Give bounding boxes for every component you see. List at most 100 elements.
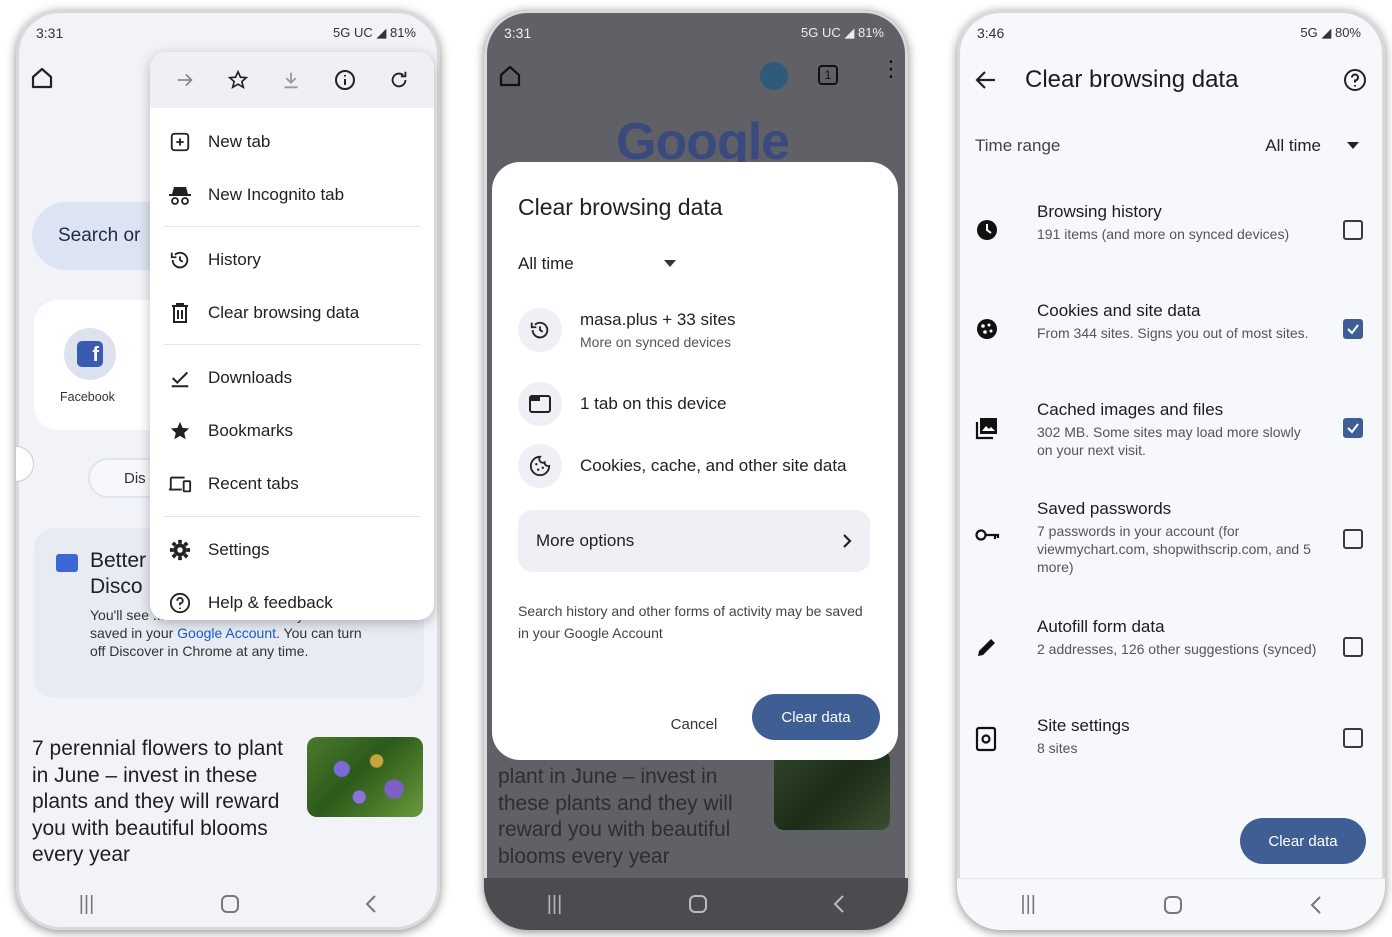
back-arrow-icon[interactable] xyxy=(975,70,997,90)
home-nav-icon[interactable] xyxy=(1163,895,1183,915)
checkbox-cookies[interactable] xyxy=(1343,319,1363,339)
status-indicators: 5G UC ◢ 81% xyxy=(333,25,416,40)
option-desc: 191 items (and more on synced devices) xyxy=(1037,226,1290,242)
option-cookies[interactable]: Cookies and site data From 344 sites. Sig… xyxy=(975,301,1363,361)
devices-icon xyxy=(168,474,192,494)
menu-item-history[interactable]: History xyxy=(150,238,434,282)
option-saved-passwords[interactable]: Saved passwords 7 passwords in your accou… xyxy=(975,499,1363,579)
phone-clear-settings: 3:46 5G ◢ 80% Clear browsing data Time r… xyxy=(957,10,1385,930)
help-icon[interactable] xyxy=(1343,68,1367,92)
row-main: masa.plus + 33 sites xyxy=(580,310,736,329)
dialog-note: Search history and other forms of activi… xyxy=(518,603,863,641)
cancel-button[interactable]: Cancel xyxy=(656,704,732,744)
option-name: Cookies and site data xyxy=(1037,301,1201,320)
side-handle[interactable] xyxy=(16,446,34,482)
option-cached-images[interactable]: Cached images and files 302 MB. Some site… xyxy=(975,400,1363,460)
time-range-row[interactable]: Time range All time xyxy=(975,136,1359,156)
menu-item-new-tab[interactable]: New tab xyxy=(150,120,434,164)
bookmarks-star-icon xyxy=(168,420,192,442)
back-nav-icon[interactable] xyxy=(365,894,377,914)
option-site-settings[interactable]: Site settings 8 sites xyxy=(975,716,1363,776)
gear-icon xyxy=(168,539,192,561)
star-icon[interactable] xyxy=(227,69,249,91)
clear-browsing-data-dialog: Clear browsing data All time masa.plus +… xyxy=(492,162,898,760)
menu-divider xyxy=(164,516,420,517)
status-time: 3:46 xyxy=(977,25,1005,41)
app-bar: Clear browsing data xyxy=(975,62,1367,98)
dropdown-caret-icon xyxy=(663,260,676,268)
chrome-overflow-menu: New tab New Incognito tab History Clear … xyxy=(150,52,434,620)
browser-toolbar: 1 ⋮ xyxy=(498,58,902,92)
forward-icon[interactable] xyxy=(174,69,196,91)
google-account-link[interactable]: Google Account xyxy=(177,625,276,641)
shortcut-label: Facebook xyxy=(60,390,115,404)
option-autofill[interactable]: Autofill form data 2 addresses, 126 other… xyxy=(975,617,1363,677)
menu-item-label: Downloads xyxy=(208,368,293,387)
menu-item-settings[interactable]: Settings xyxy=(150,528,434,572)
checkbox-cached-images[interactable] xyxy=(1343,418,1363,438)
menu-item-downloads[interactable]: Downloads xyxy=(150,356,434,400)
recents-nav-icon[interactable]: ||| xyxy=(1020,893,1036,916)
recents-nav-icon[interactable]: ||| xyxy=(79,893,95,916)
option-browsing-history[interactable]: Browsing history 191 items (and more on s… xyxy=(975,202,1363,262)
back-nav-icon[interactable] xyxy=(833,894,845,914)
menu-item-help-feedback[interactable]: Help & feedback xyxy=(150,581,434,625)
home-nav-icon[interactable] xyxy=(220,894,240,914)
home-nav-icon[interactable] xyxy=(688,894,708,914)
more-options-button[interactable]: More options xyxy=(518,510,870,572)
option-name: Saved passwords xyxy=(1037,499,1172,518)
tab-icon xyxy=(518,382,562,426)
status-bar: 3:31 5G UC ◢ 81% xyxy=(36,22,416,44)
download-icon[interactable] xyxy=(280,69,302,91)
phone-chrome-menu: 3:31 5G UC ◢ 81% Search or f Facebook Di… xyxy=(16,10,440,930)
status-time: 3:31 xyxy=(36,25,64,41)
article-headline[interactable]: 7 perennial flowers to plant in June – i… xyxy=(32,736,297,869)
option-name: Site settings xyxy=(1037,716,1130,735)
tab-switcher-icon[interactable]: 1 xyxy=(818,65,838,85)
refresh-icon[interactable] xyxy=(388,69,410,91)
checkbox-saved-passwords[interactable] xyxy=(1343,529,1363,549)
discover-button-label: Dis xyxy=(124,469,146,487)
new-tab-icon xyxy=(168,131,192,153)
checkbox-browsing-history[interactable] xyxy=(1343,220,1363,240)
row-main: 1 tab on this device xyxy=(580,394,727,413)
system-nav-bar: ||| xyxy=(16,878,440,930)
menu-item-bookmarks[interactable]: Bookmarks xyxy=(150,409,434,453)
option-desc: 7 passwords in your account (for viewmyc… xyxy=(1037,523,1311,575)
avatar[interactable] xyxy=(760,62,788,90)
option-desc: 302 MB. Some sites may load more slowly … xyxy=(1037,424,1301,458)
recents-nav-icon[interactable]: ||| xyxy=(547,893,563,916)
cookie-icon xyxy=(975,317,1001,343)
dialog-row-history: masa.plus + 33 sites More on synced devic… xyxy=(518,308,878,352)
more-vert-icon[interactable]: ⋮ xyxy=(880,58,902,80)
option-name: Autofill form data xyxy=(1037,617,1165,636)
time-range-dropdown[interactable]: All time xyxy=(1265,136,1359,156)
dialog-row-tabs: 1 tab on this device xyxy=(518,382,878,426)
chevron-right-icon xyxy=(842,533,852,549)
clear-data-button[interactable]: Clear data xyxy=(752,694,880,740)
clear-data-button[interactable]: Clear data xyxy=(1240,818,1366,864)
menu-item-recent-tabs[interactable]: Recent tabs xyxy=(150,462,434,506)
menu-item-clear-browsing-data[interactable]: Clear browsing data xyxy=(150,291,434,335)
home-icon[interactable] xyxy=(498,64,522,88)
menu-item-new-incognito-tab[interactable]: New Incognito tab xyxy=(150,173,434,217)
menu-divider xyxy=(164,226,420,227)
back-nav-icon[interactable] xyxy=(1310,895,1322,915)
checkbox-site-settings[interactable] xyxy=(1343,728,1363,748)
article-thumbnail[interactable] xyxy=(307,737,423,817)
pencil-icon xyxy=(975,635,1001,661)
clock-icon xyxy=(975,218,1001,244)
time-range-value: All time xyxy=(518,254,574,273)
checkbox-autofill[interactable] xyxy=(1343,637,1363,657)
row-main: Cookies, cache, and other site data xyxy=(580,456,847,475)
menu-item-label: Bookmarks xyxy=(208,421,294,440)
home-icon[interactable] xyxy=(30,66,54,90)
info-icon[interactable] xyxy=(333,68,357,92)
history-icon xyxy=(518,308,562,352)
dropdown-caret-icon xyxy=(1347,142,1359,150)
menu-item-label: History xyxy=(208,250,261,269)
menu-item-label: Recent tabs xyxy=(208,474,299,493)
cookie-icon xyxy=(518,444,562,488)
time-range-dropdown[interactable]: All time xyxy=(518,254,676,274)
time-range-value: All time xyxy=(1265,136,1321,155)
